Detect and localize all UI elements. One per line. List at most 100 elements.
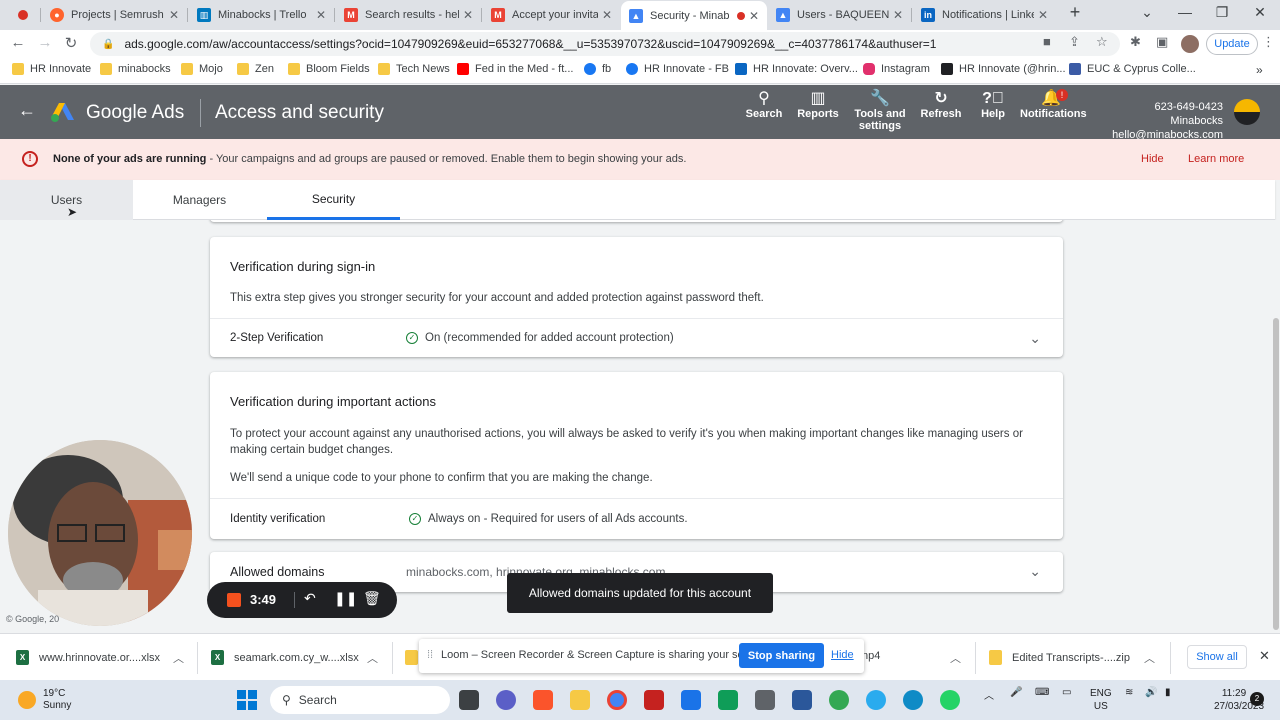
new-tab-button[interactable]: +	[1060, 2, 1090, 23]
calculator-icon[interactable]	[755, 690, 775, 710]
tab-linkedin[interactable]: in Notifications | Linked ✕	[913, 2, 1056, 28]
banner-hide-link[interactable]: Hide	[1141, 153, 1164, 165]
minimize-button[interactable]: —	[1170, 4, 1200, 20]
telegram-icon[interactable]	[866, 690, 886, 710]
download-item[interactable]: X seamark.com.cy_w....xlsx	[211, 650, 359, 665]
hide-sharing-bar-link[interactable]: Hide	[831, 649, 854, 661]
tools-and-settings-button[interactable]: 🔧 Tools and settings	[853, 91, 907, 133]
stop-recording-button[interactable]	[227, 593, 241, 607]
search-button[interactable]: ⚲ Search	[745, 91, 783, 121]
bookmark-hr-innovate-overview[interactable]: HR Innovate: Overv...	[735, 63, 858, 75]
account-avatar[interactable]	[1234, 99, 1260, 125]
brave-browser-icon[interactable]	[533, 690, 553, 710]
bookmark-fb[interactable]: fb	[584, 63, 611, 75]
tab-gmail-search[interactable]: M Search results - hello ✕	[336, 2, 481, 28]
back-arrow-icon[interactable]: ←	[18, 100, 36, 121]
close-downloads-icon[interactable]: ✕	[1259, 648, 1270, 664]
back-arrow-icon[interactable]: ←	[8, 34, 28, 51]
bookmark-star-icon[interactable]: ☆	[1096, 34, 1108, 50]
two-step-verification-row[interactable]: 2-Step Verification ✓ On (recommended fo…	[210, 318, 1063, 357]
forward-arrow-icon[interactable]: →	[35, 34, 55, 51]
tab-trello[interactable]: ▥ Minabocks | Trello ✕	[189, 2, 334, 28]
download-item[interactable]: X www.hrinnovate.or....xlsx	[16, 650, 160, 665]
bookmark-mojo[interactable]: Mojo	[181, 63, 223, 75]
word-icon[interactable]	[792, 690, 812, 710]
keyboard-icon[interactable]: ⌨	[1035, 687, 1049, 698]
maps-icon[interactable]	[718, 690, 738, 710]
pdf-reader-icon[interactable]	[644, 690, 664, 710]
language-indicator[interactable]: ENG US	[1090, 687, 1112, 713]
chevron-up-icon[interactable]: ︿	[367, 650, 378, 666]
bookmark-zen[interactable]: Zen	[237, 63, 274, 75]
chevron-up-icon[interactable]: ︿	[1144, 650, 1155, 666]
tab-users[interactable]: ▲ Users - BAQUEENO ✕	[768, 2, 911, 28]
notifications-button[interactable]: 🔔 Notifications	[1020, 91, 1087, 121]
battery-status-icon[interactable]: ▮	[1165, 687, 1171, 698]
refresh-button[interactable]: ↻ Refresh	[920, 91, 962, 121]
microphone-icon[interactable]: 🎤	[1010, 687, 1022, 698]
bookmark-fed-in-the-med[interactable]: Fed in the Med - ft...	[457, 63, 573, 75]
loom-icon[interactable]	[829, 690, 849, 710]
bookmark-hr-innovate[interactable]: HR Innovate	[12, 63, 91, 75]
side-panel-icon[interactable]: ▣	[1156, 34, 1168, 50]
account-info[interactable]: 623-649-0423 Minabocks hello@minabocks.c…	[1100, 100, 1223, 142]
bookmark-euc-cyprus[interactable]: EUC & Cyprus Colle...	[1069, 63, 1196, 75]
tab-security-active[interactable]: ▲ Security - Minab ✕	[621, 1, 767, 30]
task-view-icon[interactable]	[459, 690, 479, 710]
whatsapp-icon[interactable]	[940, 690, 960, 710]
trash-icon[interactable]: 🗑	[363, 590, 381, 607]
taskbar-search[interactable]: ⚲ Search	[270, 686, 450, 714]
show-hidden-icons[interactable]: ︿	[984, 687, 994, 702]
undo-icon[interactable]: ↶	[304, 590, 316, 607]
notification-count-badge[interactable]: 2	[1250, 692, 1264, 706]
download-item[interactable]: Edited Transcripts-....zip	[989, 650, 1130, 665]
battery-icon[interactable]: ▭	[1062, 687, 1071, 698]
address-bar[interactable]: 🔒 ads.google.com/aw/accountaccess/settin…	[90, 32, 1120, 56]
windows-start-icon[interactable]	[237, 690, 257, 710]
drag-handle-icon[interactable]: ⁞⁞	[427, 649, 433, 661]
pause-icon[interactable]: ❚❚	[334, 590, 357, 607]
bookmark-minabocks[interactable]: minabocks	[100, 63, 171, 75]
banner-learn-more-link[interactable]: Learn more	[1188, 153, 1244, 165]
close-icon[interactable]: ✕	[316, 8, 326, 22]
chevron-up-icon[interactable]: ︿	[950, 650, 961, 666]
scrollbar-thumb[interactable]	[1273, 318, 1279, 630]
edge-icon[interactable]	[903, 690, 923, 710]
bookmark-tech-news[interactable]: Tech News	[378, 63, 450, 75]
notepad-icon[interactable]	[681, 690, 701, 710]
tab-recording[interactable]	[10, 2, 40, 28]
share-icon[interactable]: ⇪	[1069, 34, 1080, 50]
close-icon[interactable]: ✕	[463, 8, 473, 22]
show-all-downloads-button[interactable]: Show all	[1187, 645, 1247, 669]
tab-security[interactable]: Security	[267, 180, 400, 220]
chevron-down-icon[interactable]: ⌄	[1029, 330, 1041, 347]
extensions-icon[interactable]: ✱	[1130, 34, 1141, 50]
close-icon[interactable]: ✕	[169, 8, 179, 22]
bookmark-bloom-fields[interactable]: Bloom Fields	[288, 63, 370, 75]
close-icon[interactable]: ✕	[749, 9, 759, 23]
tab-gmail-invitation[interactable]: M Accept your invitation ✕	[483, 2, 620, 28]
window-close-button[interactable]: ✕	[1245, 4, 1275, 21]
volume-icon[interactable]: 🔊	[1145, 687, 1157, 698]
system-clock[interactable]: 11:29 27/03/2023	[1214, 687, 1264, 713]
maximize-button[interactable]: ❐	[1207, 4, 1237, 21]
browser-menu-icon[interactable]: ⋮	[1262, 34, 1275, 50]
bookmark-hr-innovate-twitter[interactable]: HR Innovate (@hrin...	[941, 63, 1066, 75]
stop-sharing-button[interactable]: Stop sharing	[739, 643, 824, 668]
reload-icon[interactable]: ↻	[61, 34, 81, 52]
tab-search-icon[interactable]: ⌄	[1132, 4, 1162, 21]
close-icon[interactable]: ✕	[893, 8, 903, 22]
file-explorer-icon[interactable]	[570, 690, 590, 710]
chrome-icon[interactable]	[607, 690, 627, 710]
bookmark-hr-innovate-fb[interactable]: HR Innovate - FB	[626, 63, 729, 75]
close-icon[interactable]: ✕	[602, 8, 612, 22]
download-item[interactable]: np4	[862, 650, 880, 662]
tab-managers[interactable]: Managers	[133, 180, 266, 220]
help-button[interactable]: ?⃝ Help	[978, 91, 1008, 121]
wifi-icon[interactable]: ≋	[1125, 687, 1133, 698]
update-button[interactable]: Update	[1206, 33, 1258, 55]
close-icon[interactable]: ✕	[1038, 8, 1048, 22]
bookmark-instagram[interactable]: Instagram	[863, 63, 930, 75]
tab-semrush[interactable]: ● Projects | Semrush ✕	[42, 2, 187, 28]
chevron-up-icon[interactable]: ︿	[173, 650, 184, 666]
